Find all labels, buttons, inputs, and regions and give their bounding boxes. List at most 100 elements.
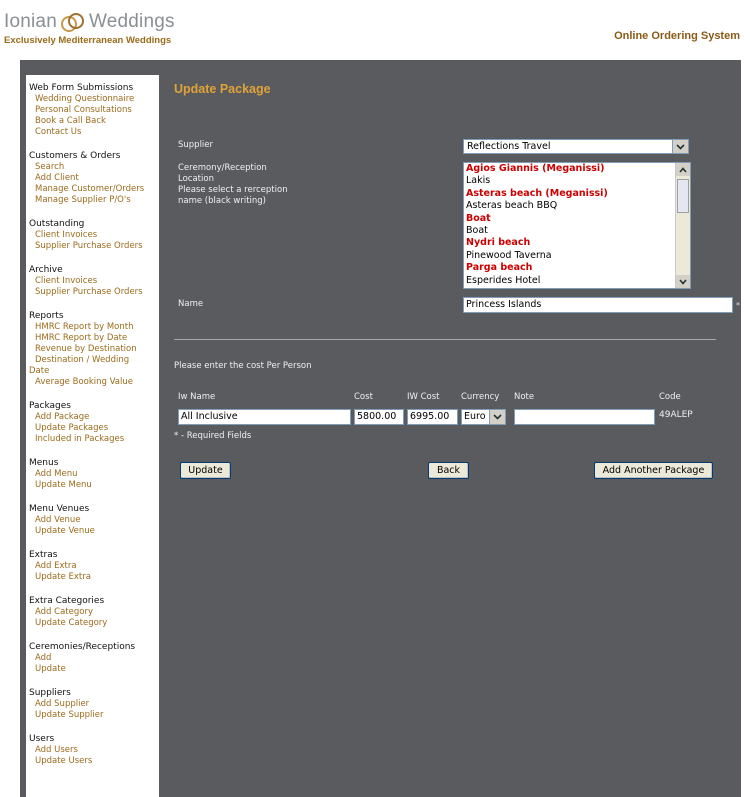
system-title: Online Ordering System (614, 30, 740, 42)
list-item[interactable]: Nydri beach (464, 237, 690, 249)
sidebar-heading: Outstanding (29, 219, 85, 229)
sidebar-link[interactable]: Update Venue (29, 526, 159, 537)
sidebar-group: Ceremonies/Receptions Add Update (29, 642, 159, 675)
sidebar-link[interactable]: Add Category (29, 607, 159, 618)
sidebar-link[interactable]: Search (29, 162, 159, 173)
sidebar-link[interactable]: Destination / Wedding (29, 355, 159, 366)
back-button[interactable]: Back (428, 462, 469, 479)
name-input[interactable]: Princess Islands (463, 297, 733, 313)
currency-select[interactable]: Euro (461, 409, 506, 425)
col-code: Code (659, 392, 681, 402)
iw-cost-input[interactable]: 6995.00 (407, 409, 458, 425)
sidebar-link[interactable]: HMRC Report by Date (29, 333, 159, 344)
scroll-thumb[interactable] (677, 179, 689, 213)
sidebar-heading: Extra Categories (29, 596, 105, 606)
list-item[interactable]: Asteras beach (Meganissi) (464, 188, 690, 200)
sidebar-link[interactable]: Contact Us (29, 127, 159, 138)
ceremony-help: Please select a rerception name (black w… (178, 185, 288, 206)
sidebar-link[interactable]: Book a Call Back (29, 116, 159, 127)
page-title: Update Package (174, 82, 271, 96)
col-iw-cost: IW Cost (407, 392, 440, 402)
required-note: * - Required Fields (174, 431, 252, 441)
sidebar-link[interactable]: Revenue by Destination (29, 344, 159, 355)
sidebar-group: Extras Add Extra Update Extra (29, 550, 159, 583)
content: Update Package Supplier Reflections Trav… (174, 82, 740, 479)
sidebar-heading: Ceremonies/Receptions (29, 642, 136, 652)
sidebar-link[interactable]: Manage Supplier P/O's (29, 195, 159, 206)
logo-text-right: Weddings (88, 11, 175, 32)
chevron-down-icon[interactable] (672, 140, 688, 153)
sidebar-link[interactable]: HMRC Report by Month (29, 322, 159, 333)
divider (174, 339, 716, 340)
sidebar-link[interactable]: Manage Customer/Orders (29, 184, 159, 195)
list-item[interactable]: Parga beach (464, 262, 690, 274)
update-button[interactable]: Update (180, 462, 231, 479)
sidebar-link[interactable]: Personal Consultations (29, 105, 159, 116)
ceremony-label: Ceremony/Reception (178, 163, 267, 173)
note-input[interactable] (514, 409, 655, 425)
scroll-up-icon[interactable] (676, 163, 690, 176)
col-currency: Currency (461, 392, 500, 402)
sidebar-link[interactable]: Included in Packages (29, 434, 159, 445)
sidebar-link[interactable]: Supplier Purchase Orders (29, 241, 159, 252)
listbox-scrollbar[interactable] (675, 163, 690, 288)
col-note: Note (514, 392, 535, 402)
sidebar-link[interactable]: Client Invoices (29, 276, 159, 287)
sidebar-link[interactable]: Client Invoices (29, 230, 159, 241)
sidebar-link[interactable]: Update Packages (29, 423, 159, 434)
sidebar-group: Menu Venues Add Venue Update Venue (29, 504, 159, 537)
sidebar-link[interactable]: Update Users (29, 756, 159, 767)
rings-icon (60, 13, 84, 32)
list-item[interactable]: Lakis (464, 175, 690, 187)
sidebar-link[interactable]: Update Supplier (29, 710, 159, 721)
sidebar-link[interactable]: Add Supplier (29, 699, 159, 710)
sidebar-group: Menus Add Menu Update Menu (29, 458, 159, 491)
sidebar-link[interactable]: Add Users (29, 745, 159, 756)
sidebar-link[interactable]: Add Venue (29, 515, 159, 526)
iw-name-input[interactable]: All Inclusive (178, 409, 351, 425)
supplier-value: Reflections Travel (467, 141, 551, 152)
list-item[interactable]: Pinewood Taverna (464, 250, 690, 262)
ceremony-label-location: Location (178, 174, 214, 184)
main-panel: Web Form Submissions Wedding Questionnair… (20, 60, 741, 797)
sidebar-link[interactable]: Update Extra (29, 572, 159, 583)
add-another-package-button[interactable]: Add Another Package (594, 462, 713, 479)
list-item[interactable]: Agios Giannis (Meganissi) (464, 163, 690, 175)
name-label: Name (178, 299, 204, 309)
sidebar-group: Web Form Submissions Wedding Questionnair… (29, 83, 159, 138)
sidebar-heading: Web Form Submissions (29, 83, 134, 93)
sidebar-link[interactable]: Add Menu (29, 469, 159, 480)
col-cost: Cost (354, 392, 373, 402)
sidebar-link[interactable]: Update Menu (29, 480, 159, 491)
list-item[interactable]: Boat (464, 213, 690, 225)
sidebar-link[interactable]: Supplier Purchase Orders (29, 287, 159, 298)
ceremony-listbox[interactable]: Agios Giannis (Meganissi) Lakis Asteras be… (463, 162, 691, 289)
cost-input[interactable]: 5800.00 (354, 409, 404, 425)
sidebar-link[interactable]: Add Package (29, 412, 159, 423)
list-item[interactable]: Boat (464, 225, 690, 237)
list-item[interactable]: Esperides Hotel (464, 275, 690, 287)
list-item[interactable]: Asteras beach BBQ (464, 200, 690, 212)
col-iw-name: Iw Name (178, 392, 216, 402)
sidebar-heading: Packages (29, 401, 71, 411)
sidebar-link[interactable]: Average Booking Value (29, 377, 159, 388)
code-value: 49ALEP (659, 410, 693, 420)
logo-text-left: Ionian (4, 11, 57, 32)
required-asterisk: * (736, 301, 740, 310)
sidebar-link[interactable]: Add Client (29, 173, 159, 184)
tagline: Exclusively Mediterranean Weddings (4, 35, 172, 46)
sidebar: Web Form Submissions Wedding Questionnair… (26, 75, 159, 797)
sidebar-group: Reports HMRC Report by Month HMRC Report b… (29, 311, 159, 388)
supplier-select[interactable]: Reflections Travel (463, 139, 689, 154)
sidebar-link[interactable]: Update (29, 664, 159, 675)
scroll-down-icon[interactable] (676, 275, 690, 288)
sidebar-link[interactable]: Add (29, 653, 159, 664)
chevron-down-icon[interactable] (489, 410, 505, 424)
sidebar-heading: Archive (29, 265, 63, 275)
logo[interactable]: Ionian Weddings Exclusively Mediterranea… (4, 10, 175, 46)
sidebar-link[interactable]: Add Extra (29, 561, 159, 572)
sidebar-link[interactable]: Update Category (29, 618, 159, 629)
sidebar-link[interactable]: Date (29, 366, 159, 377)
sidebar-heading: Reports (29, 311, 64, 321)
sidebar-link[interactable]: Wedding Questionnaire (29, 94, 159, 105)
